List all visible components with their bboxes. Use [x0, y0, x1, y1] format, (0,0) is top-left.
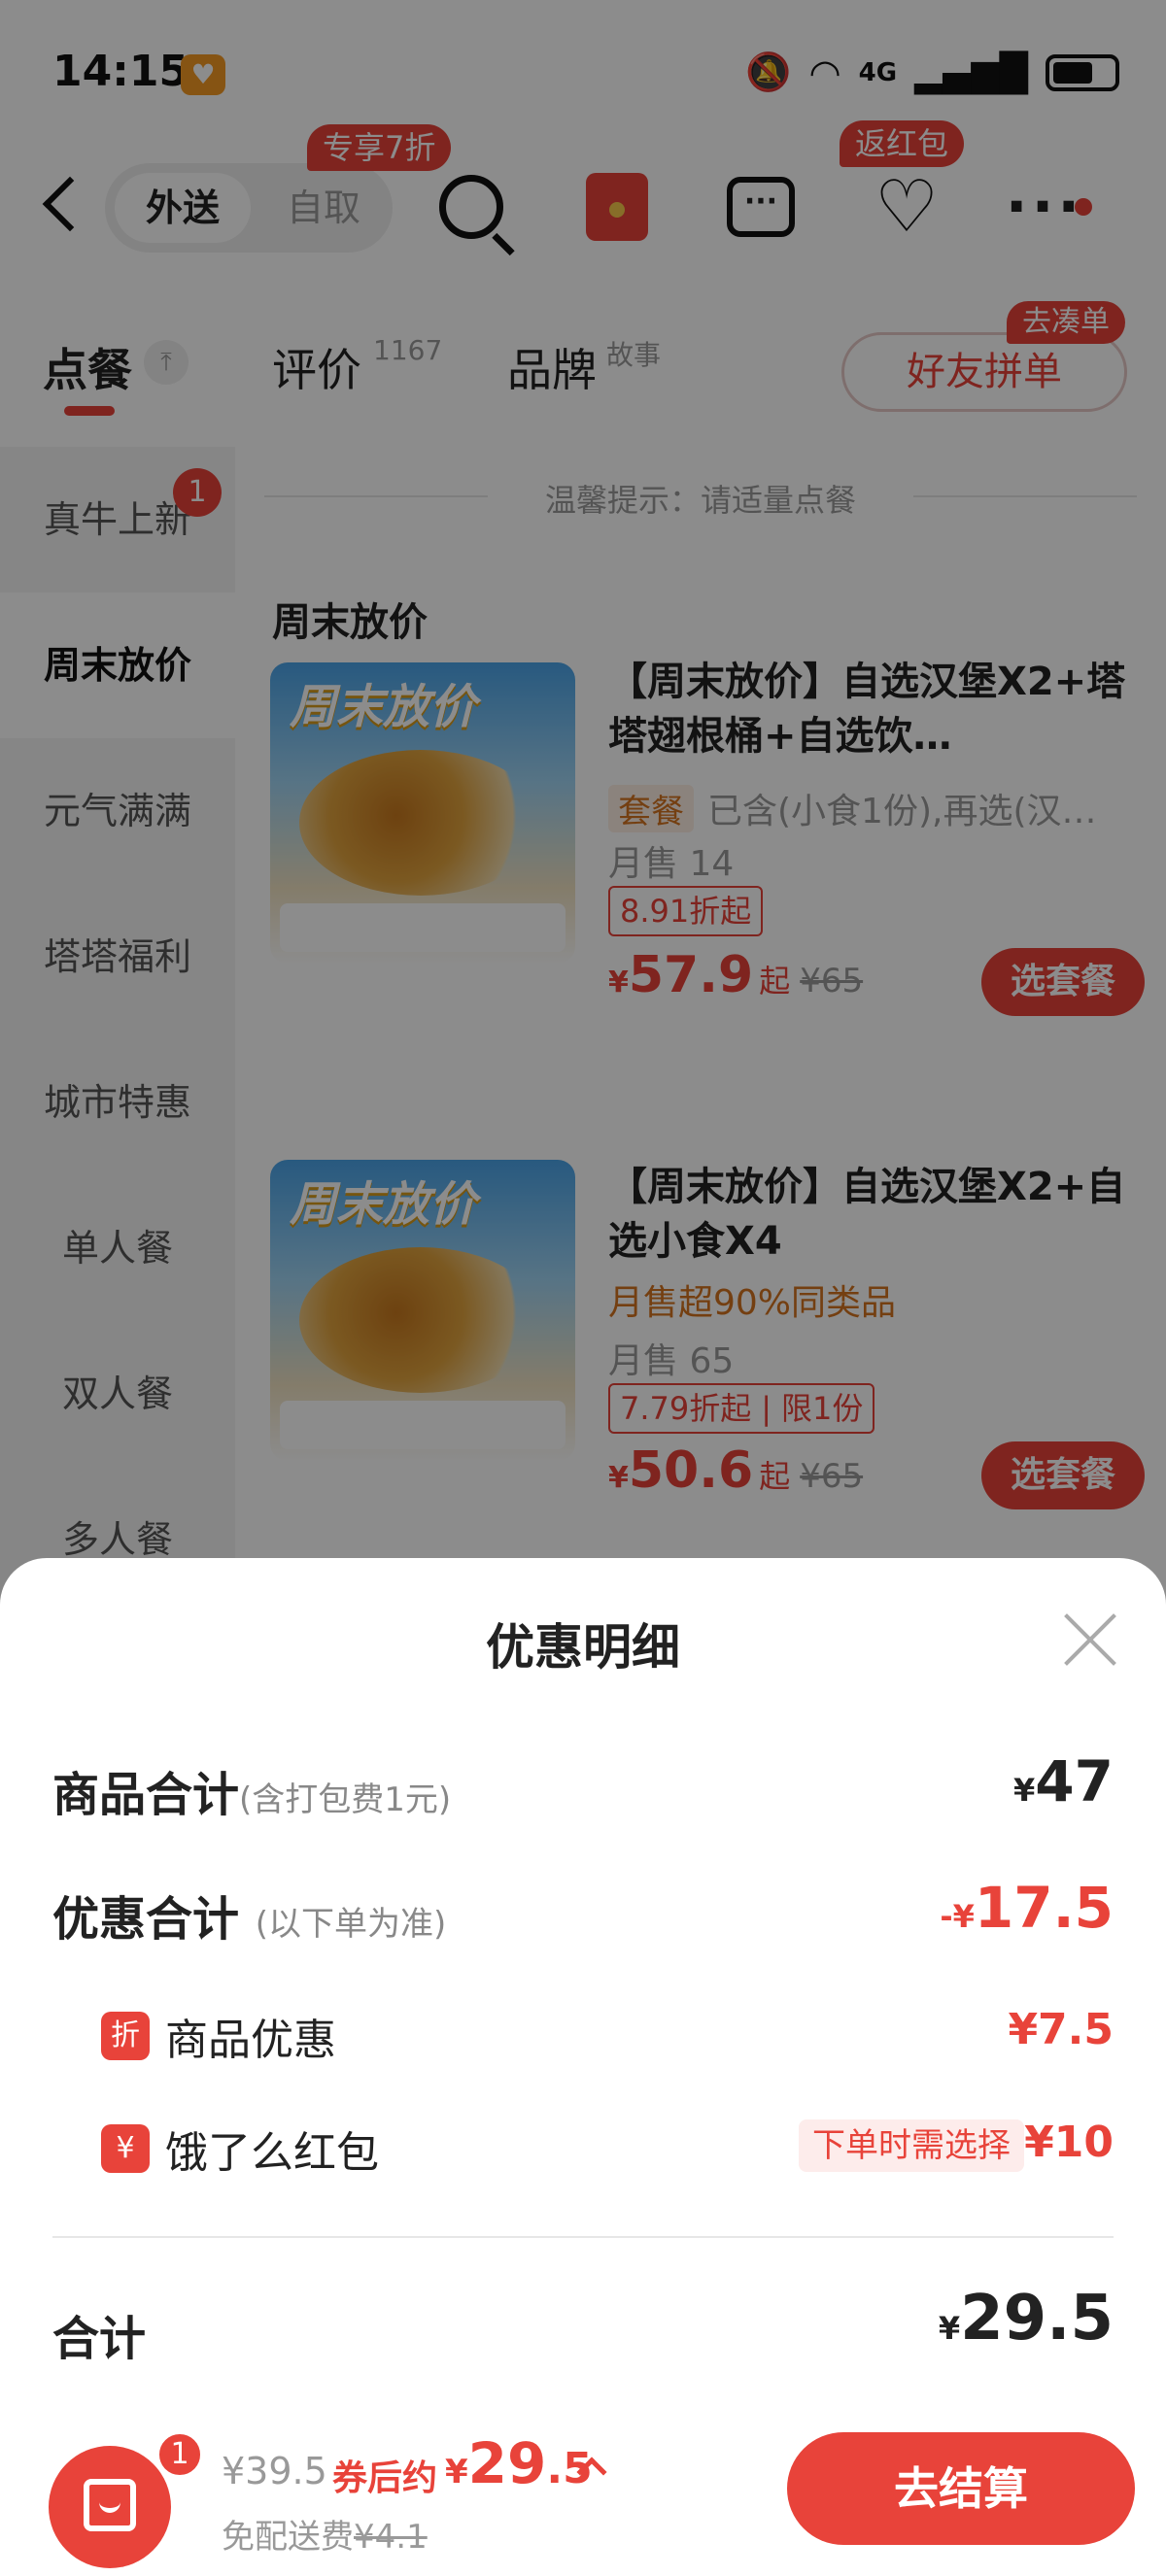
select-required-tag: 下单时需选择: [799, 2119, 1024, 2172]
goods-total-title: 商品合计: [52, 1768, 240, 1822]
divider: [52, 2236, 1114, 2238]
item-discount-label: 商品优惠: [165, 2016, 336, 2065]
goods-total-label: 商品合计(含打包费1元): [52, 1756, 451, 1824]
fee-original: ¥4.1: [354, 2518, 428, 2557]
goods-total-value: ¥47: [1013, 1748, 1114, 1814]
amount: 17.5: [974, 1875, 1114, 1941]
currency: ¥: [938, 2310, 961, 2347]
after-coupon-label: 券后约: [332, 2458, 438, 2498]
total-value: ¥29.5: [939, 2283, 1114, 2355]
item-discount-row: 折商品优惠: [101, 2005, 336, 2067]
checkout-button[interactable]: 去结算: [787, 2432, 1135, 2545]
total-label: 合计: [52, 2312, 147, 2366]
close-icon[interactable]: [1061, 1610, 1119, 1669]
discount-total-value: -¥17.5: [940, 1875, 1114, 1941]
item-discount-value: ¥7.5: [1008, 2005, 1114, 2054]
goods-total-note: (含打包费1元): [239, 1780, 452, 1819]
discount-total-label: 优惠合计 (以下单为准): [52, 1881, 446, 1949]
cart-button[interactable]: [49, 2446, 171, 2568]
sheet-title: 优惠明细: [486, 1619, 680, 1676]
hongbao-value: ¥10: [1024, 2118, 1114, 2167]
currency: ¥: [445, 2453, 468, 2491]
discount-icon: 折: [101, 2012, 150, 2060]
shopping-bag-icon: [84, 2479, 136, 2531]
hongbao-icon: ¥: [101, 2124, 150, 2173]
hongbao-label: 饿了么红包: [165, 2128, 379, 2178]
amount: 29.5: [960, 2283, 1114, 2355]
original-total: ¥39.5: [222, 2450, 327, 2492]
amount-int: 29: [467, 2430, 547, 2496]
currency: -¥: [940, 1898, 975, 1935]
hongbao-row[interactable]: ¥ 饿了么红包: [101, 2118, 379, 2180]
cart-count-badge: 1: [155, 2430, 204, 2479]
delivery-fee: 免配送费¥4.1: [222, 2510, 428, 2558]
currency: ¥: [1013, 1772, 1036, 1809]
fee-label: 免配送费: [222, 2518, 354, 2557]
discount-total-note: (以下单为准): [255, 1905, 447, 1944]
after-coupon-total[interactable]: ¥29.5: [445, 2430, 593, 2496]
amount: 47: [1035, 1748, 1114, 1814]
discount-detail-sheet: 优惠明细: [0, 1558, 1166, 2576]
discount-total-title: 优惠合计: [52, 1892, 240, 1947]
